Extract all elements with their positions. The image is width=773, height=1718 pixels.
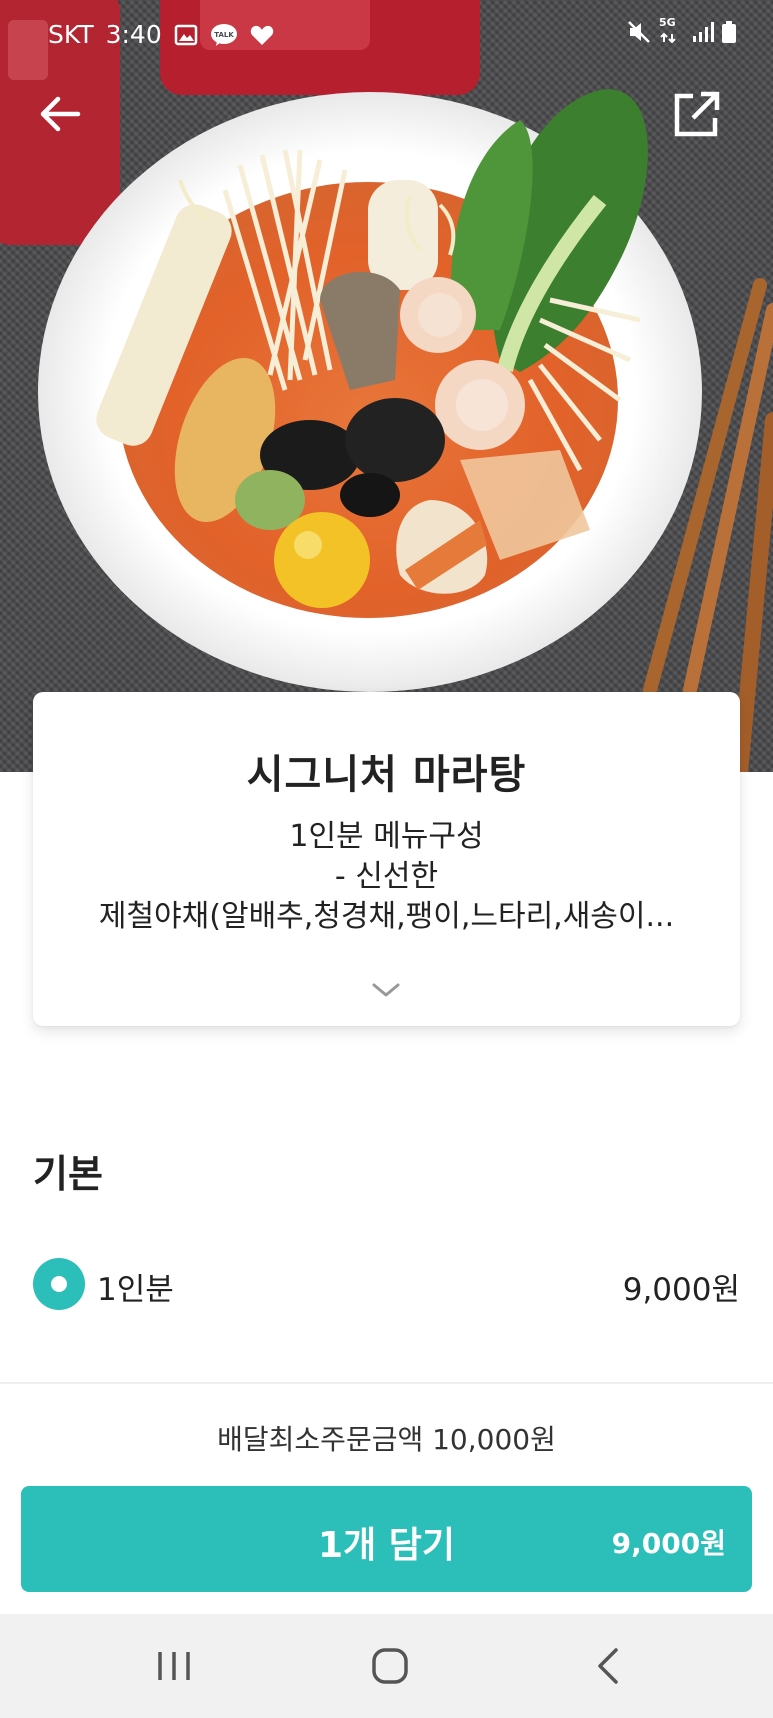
signal-icon (693, 22, 714, 42)
add-button-price: 9,000원 (611, 1527, 726, 1560)
status-bar: SKT 3:40 TALK 5G (0, 0, 773, 70)
option-row-1-serving[interactable]: 1인분 9,000원 (33, 1256, 740, 1312)
min-order-text: 배달최소주문금액 10,000원 (217, 1423, 556, 1456)
menu-description-line: 제철야채(알배추,청경채,팽이,느타리,새송이... (98, 899, 675, 934)
time-text: 3:40 (105, 20, 162, 49)
food-photo: SKT 3:40 TALK 5G (0, 0, 773, 772)
add-to-cart-button[interactable]: 1개 담기 9,000원 (21, 1486, 752, 1592)
chevron-down-icon[interactable] (371, 980, 401, 1000)
malatang-photo-illustration (0, 0, 773, 772)
status-left: SKT 3:40 TALK (48, 20, 274, 49)
battery-icon (722, 21, 736, 43)
talk-icon: TALK (210, 23, 237, 46)
system-nav-bar (0, 1614, 773, 1718)
data-arrows-icon (660, 32, 676, 44)
option-price: 9,000원 (622, 1272, 740, 1308)
gallery-icon (174, 24, 197, 45)
svg-text:TALK: TALK (214, 31, 234, 39)
option-label: 1인분 (97, 1272, 174, 1308)
status-right: 5G (627, 16, 737, 44)
carrier-text: SKT (48, 20, 94, 49)
heart-icon (250, 25, 273, 45)
radio-selected-icon[interactable] (33, 1258, 85, 1310)
mute-icon (628, 21, 650, 43)
5g-icon: 5G (659, 16, 685, 44)
back-icon[interactable] (578, 1644, 638, 1688)
menu-info-card: 시그니처 마라탕 1인분 메뉴구성 - 신선한 제철야채(알배추,청경채,팽이,… (33, 692, 740, 1026)
home-icon[interactable] (360, 1644, 420, 1688)
arrow-left-icon[interactable] (34, 88, 86, 140)
divider (0, 1382, 773, 1384)
menu-description-line: 1인분 메뉴구성 (289, 819, 484, 854)
recents-icon[interactable] (144, 1644, 204, 1688)
menu-title: 시그니처 마라탕 (246, 752, 527, 798)
menu-description-line: - 신선한 (334, 859, 439, 894)
external-share-icon[interactable] (671, 88, 723, 140)
option-section-title: 기본 (33, 1152, 103, 1196)
menu-description[interactable]: 1인분 메뉴구성 - 신선한 제철야채(알배추,청경채,팽이,느타리,새송이..… (43, 817, 730, 937)
